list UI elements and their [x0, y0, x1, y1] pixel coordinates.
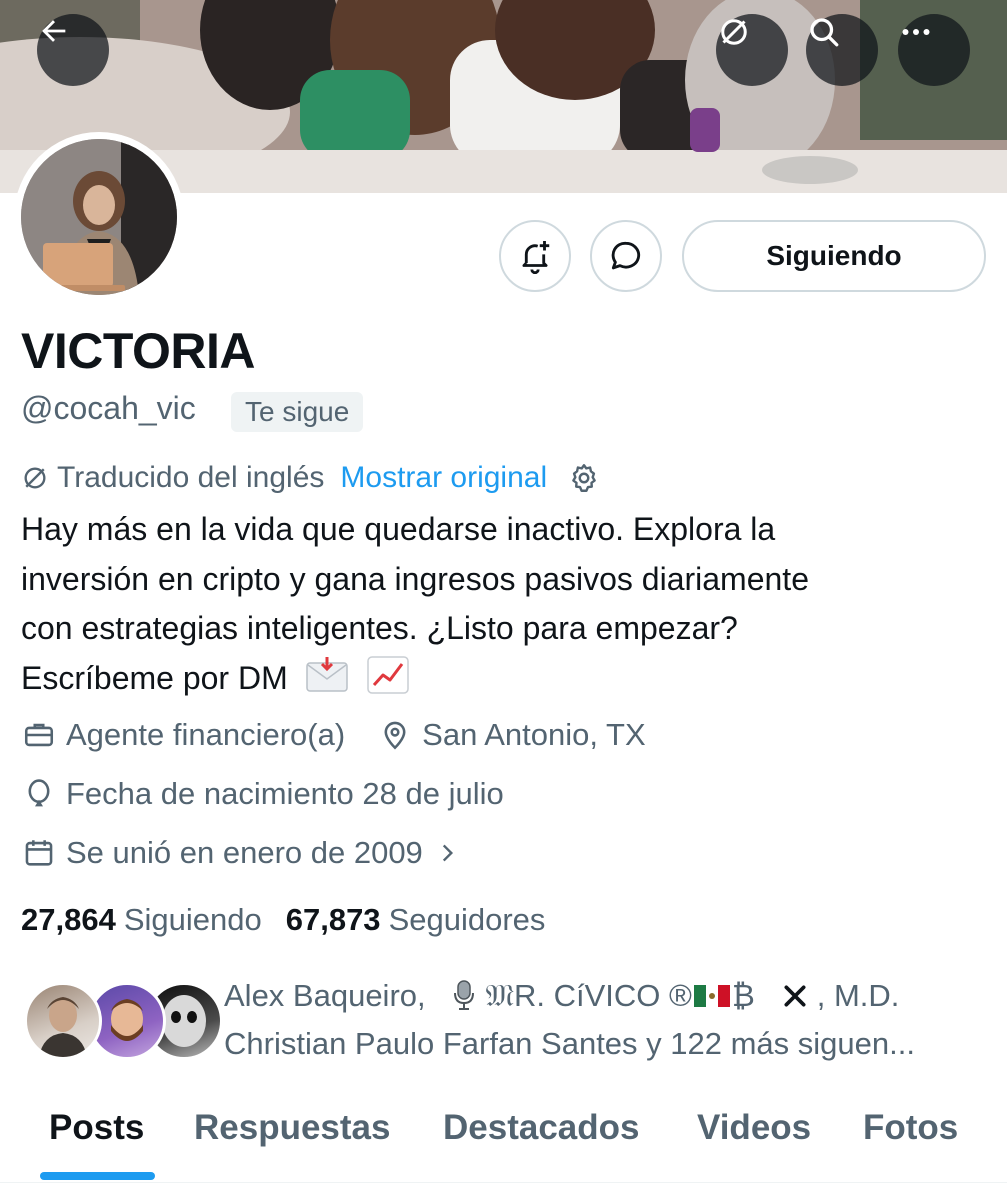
location-pin-icon	[377, 717, 413, 753]
profile-handle: @cocah_vic	[21, 390, 196, 426]
chevron-right-icon	[429, 835, 465, 871]
chart-increasing-emoji	[366, 655, 409, 694]
more-horizontal-icon	[902, 29, 930, 35]
notifications-button[interactable]	[499, 220, 571, 292]
show-original-link[interactable]: Mostrar original	[340, 461, 547, 495]
known-follower-name: 𝔐R. CíVICO ®	[485, 978, 692, 1013]
briefcase-icon	[21, 717, 57, 753]
bio-line: con estrategias inteligentes. ¿Listo par…	[21, 610, 738, 646]
translate-toggle-button[interactable]	[716, 14, 788, 86]
known-followers-line: Christian Paulo Farfan Santes y 122 más …	[224, 1026, 915, 1061]
follow-stats: 27,864 Siguiendo 67,873 Seguidores	[21, 898, 545, 942]
incoming-envelope-emoji	[305, 656, 348, 692]
following-count: 27,864	[21, 902, 116, 937]
profession-text[interactable]: Agente financiero(a)	[66, 717, 345, 753]
bell-plus-icon	[522, 240, 550, 274]
avatar	[24, 982, 102, 1060]
profile-name: VICTORIA	[21, 323, 256, 379]
message-button[interactable]	[590, 220, 662, 292]
gear-icon	[572, 464, 596, 492]
tab-videos[interactable]: Videos	[697, 1108, 811, 1148]
following-label: Siguiendo	[123, 902, 262, 937]
avatar-photo	[21, 139, 177, 295]
known-follower-name: ₿	[731, 978, 755, 1013]
search-button[interactable]	[806, 14, 878, 86]
following-stat[interactable]: 27,864 Siguiendo	[21, 902, 262, 938]
translate-off-icon	[24, 467, 46, 489]
followers-count: 67,873	[285, 902, 381, 937]
bio-line: inversión en cripto y gana ingresos pasi…	[21, 560, 809, 597]
balloon-icon	[21, 776, 57, 812]
bio-line: Hay más en la vida que quedarse inactivo…	[21, 511, 776, 547]
translation-notice: Traducido del inglés Mostrar original	[21, 458, 601, 498]
translation-settings-button[interactable]	[567, 461, 601, 495]
tab-posts[interactable]: Posts	[49, 1108, 144, 1148]
profile-tabs: Posts Respuestas Destacados Videos Fotos	[0, 1096, 1007, 1200]
translated-label: Traducido del inglés	[57, 461, 325, 494]
back-button[interactable]	[37, 14, 109, 86]
microphone-emoji	[453, 980, 474, 1010]
joined-date-row[interactable]: Se unió en enero de 2009	[21, 832, 474, 874]
calendar-icon	[21, 835, 57, 871]
mexico-flag-emoji	[693, 985, 730, 1007]
tabs-divider	[0, 1182, 1007, 1183]
x-logo-icon	[784, 985, 806, 1007]
chat-bubble-icon	[611, 241, 641, 270]
tab-photos[interactable]: Fotos	[863, 1108, 958, 1148]
known-follower-name: , M.D.	[816, 978, 900, 1013]
bio-line-last: Escríbeme por DM	[21, 654, 991, 704]
followers-label: Seguidores	[388, 902, 546, 937]
followers-stat[interactable]: 67,873 Seguidores	[286, 902, 546, 938]
bio-line: Escríbeme por DM	[21, 659, 288, 696]
tab-highlights[interactable]: Destacados	[443, 1108, 639, 1148]
following-button[interactable]: Siguiendo	[682, 220, 986, 292]
tab-replies[interactable]: Respuestas	[194, 1108, 390, 1148]
known-followers-line: Alex Baqueiro, 𝔐R. CíVICO ® ₿ , M.D.	[224, 972, 994, 1020]
search-icon	[810, 18, 839, 47]
follows-you-badge: Te sigue	[231, 392, 364, 432]
known-followers-text[interactable]: Alex Baqueiro, 𝔐R. CíVICO ® ₿ , M.D. Chr…	[224, 972, 994, 1068]
profile-meta-professional: Agente financiero(a) San Antonio, TX	[21, 714, 646, 756]
more-options-button[interactable]	[898, 14, 970, 86]
joined-text: Se unió en enero de 2009	[66, 835, 423, 870]
profile-avatar[interactable]	[14, 132, 184, 302]
translate-off-icon	[721, 19, 747, 45]
known-follower-name: Alex Baqueiro,	[224, 978, 426, 1013]
active-tab-indicator	[40, 1172, 155, 1180]
birthday-text: Fecha de nacimiento 28 de julio	[66, 776, 504, 811]
known-followers-avatars[interactable]	[24, 982, 223, 1060]
profile-bio: Hay más en la vida que quedarse inactivo…	[21, 505, 991, 703]
location-text: San Antonio, TX	[422, 717, 646, 752]
arrow-left-icon	[42, 20, 66, 42]
profile-meta-birthday: Fecha de nacimiento 28 de julio	[21, 773, 504, 815]
